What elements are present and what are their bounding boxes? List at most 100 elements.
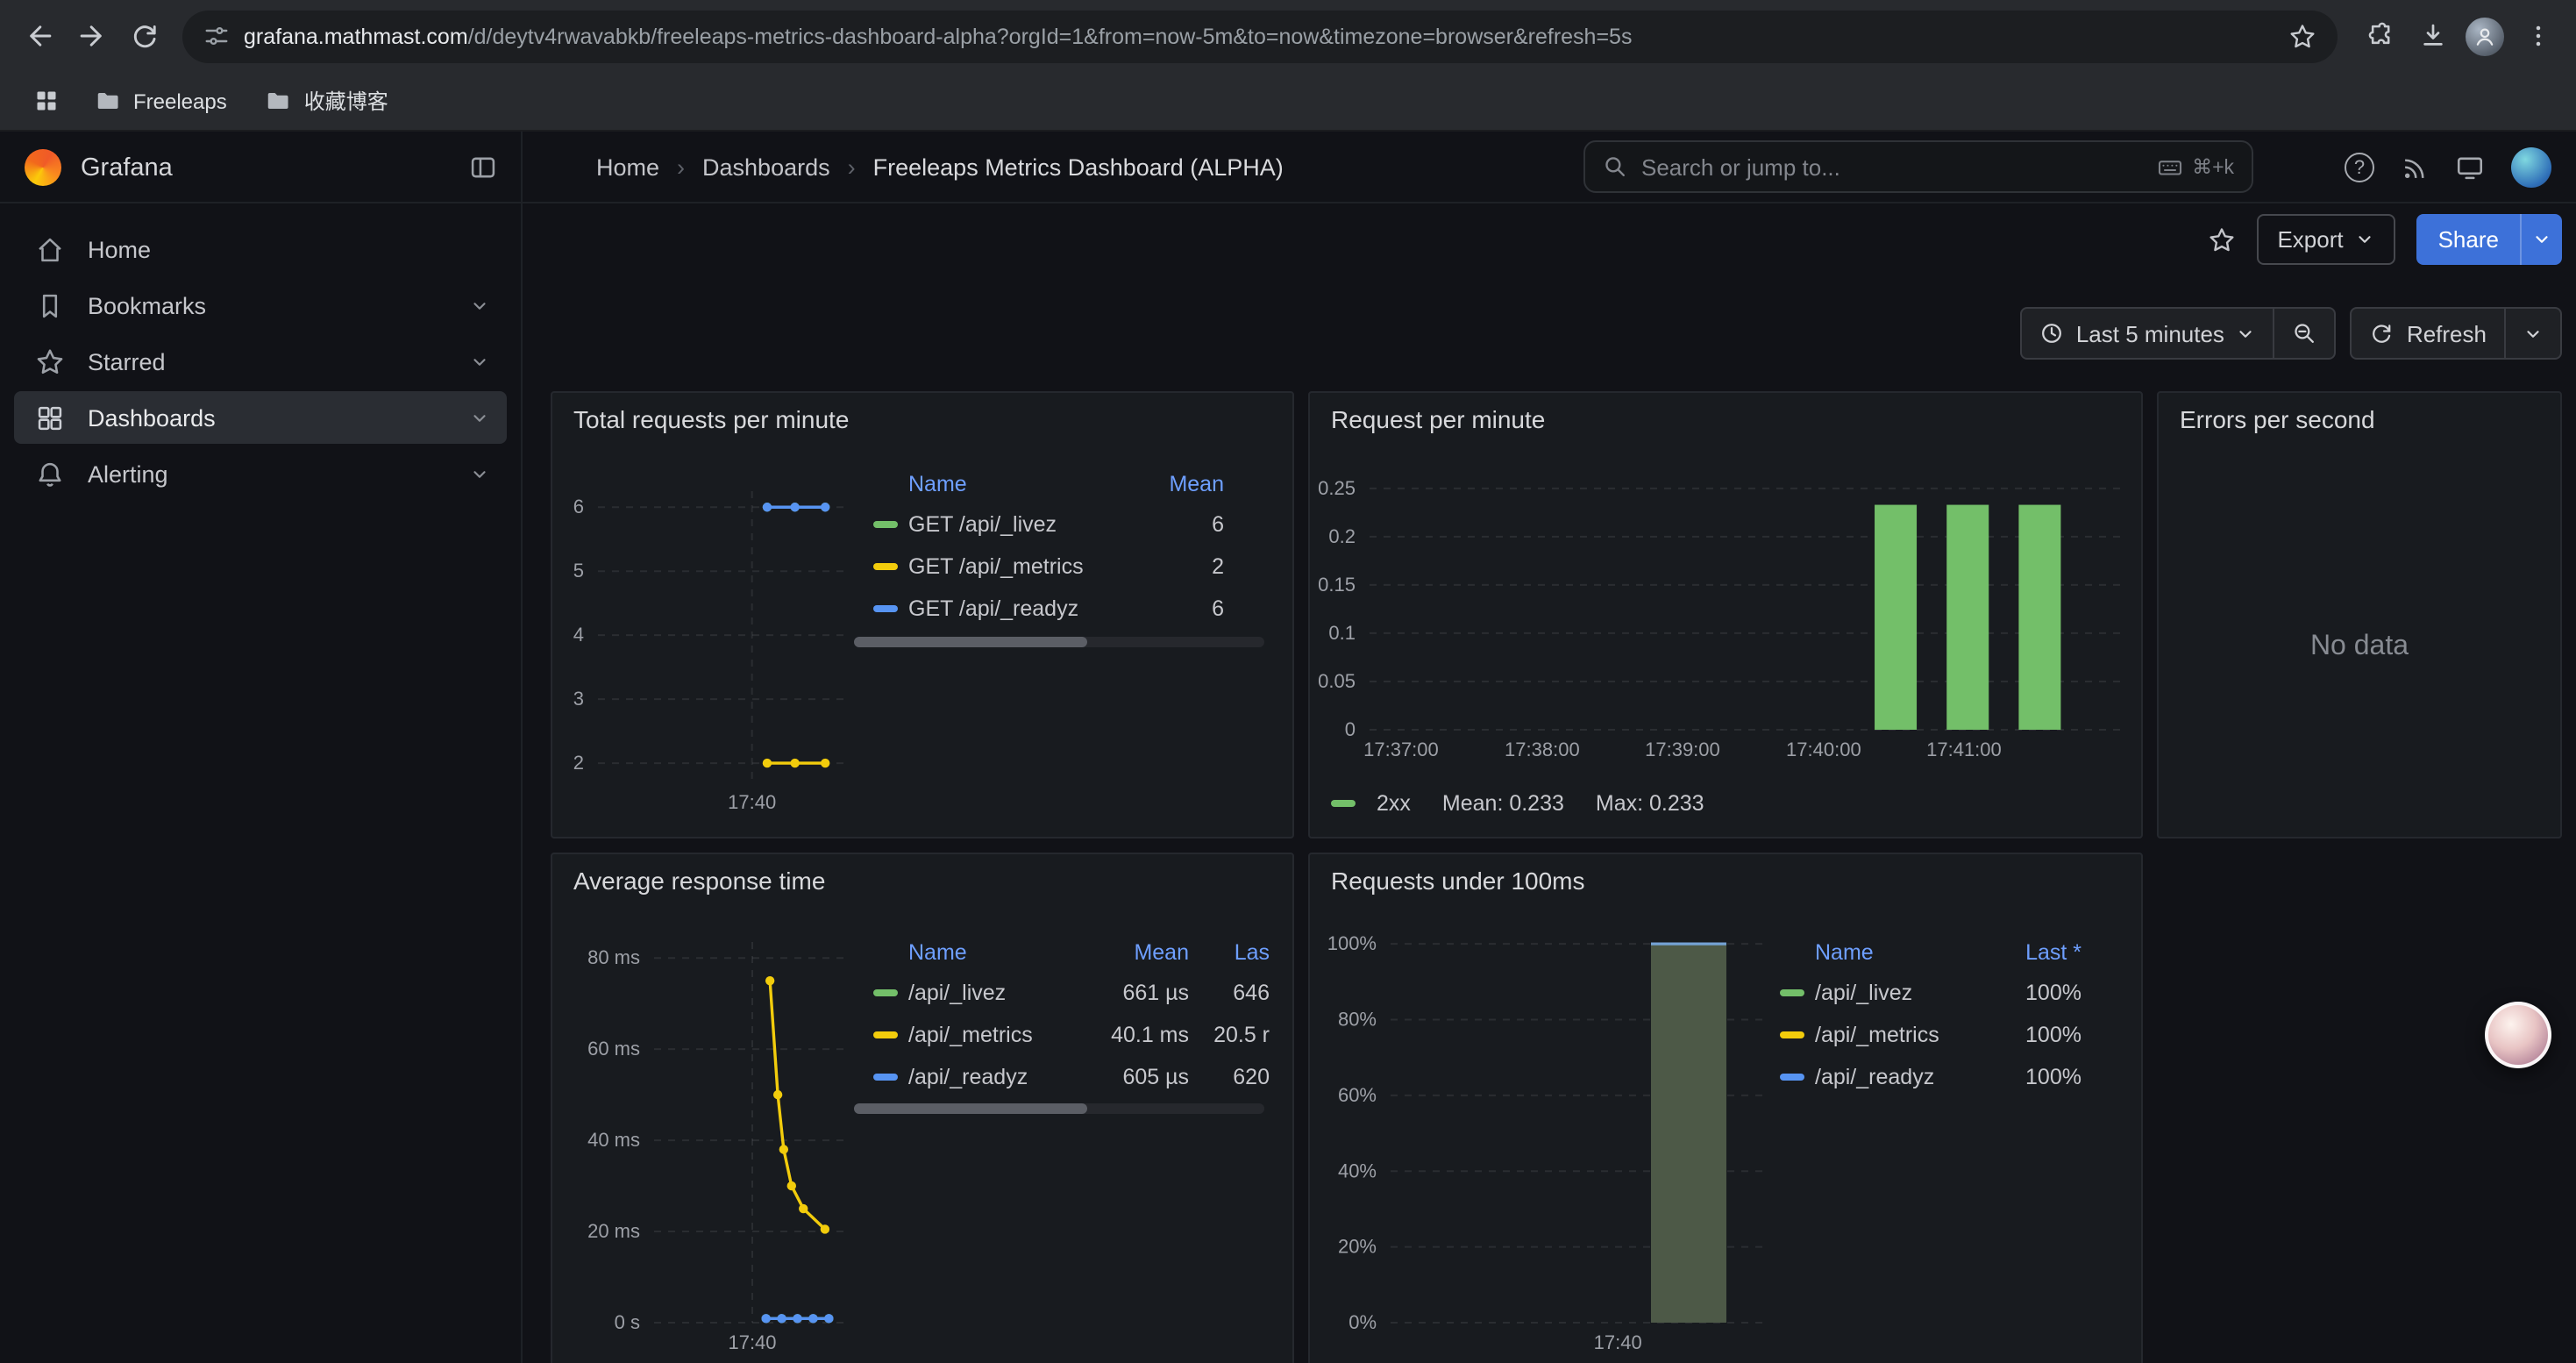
refresh-interval-caret[interactable] — [2506, 307, 2562, 360]
legend-col-name[interactable]: Name — [1780, 940, 1994, 965]
back-button[interactable] — [14, 11, 63, 61]
share-button[interactable]: Share — [2417, 214, 2562, 265]
legend-col-last[interactable]: Last * — [1994, 940, 2081, 965]
request-per-minute-chart[interactable]: 0.250.20.150.10.05017:37:0017:38:0017:39… — [1310, 393, 2145, 840]
series-name[interactable]: GET /api/_readyz — [908, 596, 1126, 621]
menu-kebab-icon[interactable] — [2513, 11, 2562, 61]
series-last: 100% — [1994, 981, 2081, 1005]
assistant-avatar-widget[interactable] — [2485, 1002, 2551, 1068]
series-mean: 661 µs — [1066, 981, 1189, 1005]
sidebar-item-label: Home — [88, 236, 151, 262]
sidebar-item-starred[interactable]: Starred — [14, 335, 507, 388]
series-name[interactable]: /api/_readyz — [1815, 1065, 1994, 1089]
legend[interactable]: 2xx Mean: 0.233 Max: 0.233 — [1331, 791, 1704, 816]
svg-text:0: 0 — [1345, 718, 1356, 740]
svg-text:20%: 20% — [1338, 1236, 1377, 1258]
chevron-down-icon[interactable] — [470, 352, 489, 371]
url-bar[interactable]: grafana.mathmast.com/d/deytv4rwavabkb/fr… — [182, 10, 2338, 62]
chevron-down-icon[interactable] — [470, 296, 489, 315]
dashboard-actions: Export Share — [523, 203, 2576, 275]
scrollbar-thumb[interactable] — [854, 637, 1088, 647]
sidebar: Home Bookmarks Starred — [0, 132, 523, 1363]
reload-button[interactable] — [119, 11, 168, 61]
legend-row[interactable]: /api/_livez 661 µs 646 — [873, 972, 1270, 1014]
legend-row[interactable]: /api/_livez 100% — [1780, 972, 2081, 1014]
svg-text:17:39:00: 17:39:00 — [1645, 739, 1720, 760]
favorite-star-icon[interactable] — [2207, 225, 2235, 253]
svg-text:0.05: 0.05 — [1318, 670, 1356, 692]
panel-requests-under-100ms: Requests under 100ms 100%80%60%40%20%0%1… — [1308, 853, 2143, 1363]
legend-col-name[interactable]: Name — [873, 472, 1126, 496]
series-name[interactable]: /api/_livez — [1815, 981, 1994, 1005]
legend-row[interactable]: GET /api/_livez 6 — [873, 503, 1224, 546]
bookmark-folder[interactable]: Freeleaps — [81, 79, 241, 123]
series-mean-stat: Mean: 0.233 — [1442, 791, 1564, 816]
svg-text:20 ms: 20 ms — [587, 1220, 640, 1242]
svg-text:5: 5 — [573, 560, 584, 582]
site-settings-icon[interactable] — [203, 23, 230, 49]
series-mean: 6 — [1126, 512, 1224, 537]
legend-col-name[interactable]: Name — [873, 940, 1066, 965]
search-bar[interactable]: ⌘+k — [1583, 140, 2253, 193]
home-icon — [35, 234, 65, 264]
requests-under-100ms-chart[interactable]: 100%80%60%40%20%0%17:40 — [1310, 854, 2145, 1363]
search-input[interactable] — [1641, 153, 2143, 180]
zoom-out-button[interactable] — [2275, 307, 2337, 360]
legend-row[interactable]: /api/_readyz 100% — [1780, 1056, 2081, 1098]
series-name[interactable]: /api/_metrics — [908, 1023, 1066, 1047]
share-caret-icon[interactable] — [2520, 214, 2562, 265]
series-mean: 40.1 ms — [1066, 1023, 1189, 1047]
breadcrumb-current: Freeleaps Metrics Dashboard (ALPHA) — [873, 154, 1284, 181]
apps-grid-icon[interactable] — [21, 76, 70, 125]
sidebar-item-bookmarks[interactable]: Bookmarks — [14, 279, 507, 332]
legend-row[interactable]: /api/_readyz 605 µs 620 — [873, 1056, 1270, 1098]
series-name[interactable]: /api/_readyz — [908, 1065, 1066, 1089]
series-mean: 6 — [1126, 596, 1224, 621]
breadcrumb-home[interactable]: Home — [596, 154, 659, 181]
bookmark-folder[interactable]: 收藏博客 — [252, 79, 402, 123]
svg-text:0%: 0% — [1348, 1311, 1377, 1333]
downloads-icon[interactable] — [2408, 11, 2457, 61]
breadcrumb-separator: › — [677, 154, 685, 181]
chevron-down-icon[interactable] — [470, 408, 489, 427]
legend-col-last[interactable]: Las — [1189, 940, 1270, 965]
legend-col-mean[interactable]: Mean — [1066, 940, 1189, 965]
series-name[interactable]: GET /api/_metrics — [908, 554, 1126, 579]
time-range-picker[interactable]: Last 5 minutes — [2020, 307, 2275, 360]
refresh-button[interactable]: Refresh — [2351, 307, 2506, 360]
legend-row[interactable]: /api/_metrics 100% — [1780, 1014, 2081, 1056]
legend-scrollbar[interactable] — [854, 637, 1264, 647]
legend-row[interactable]: /api/_metrics 40.1 ms 20.5 r — [873, 1014, 1270, 1056]
sidebar-item-dashboards[interactable]: Dashboards — [14, 391, 507, 444]
sidebar-item-alerting[interactable]: Alerting — [14, 447, 507, 500]
sidebar-item-home[interactable]: Home — [14, 223, 507, 275]
extensions-icon[interactable] — [2355, 11, 2404, 61]
legend-scrollbar[interactable] — [854, 1103, 1264, 1114]
legend-col-mean[interactable]: Mean — [1126, 472, 1224, 496]
svg-text:40 ms: 40 ms — [587, 1129, 640, 1151]
breadcrumb-dashboards[interactable]: Dashboards — [702, 154, 830, 181]
export-button[interactable]: Export — [2256, 214, 2395, 265]
chevron-down-icon[interactable] — [470, 464, 489, 483]
series-name[interactable]: /api/_metrics — [1815, 1023, 1994, 1047]
series-name[interactable]: /api/_livez — [908, 981, 1066, 1005]
svg-text:80%: 80% — [1338, 1009, 1377, 1031]
grafana-app: Grafana Home › Dashboards › Freeleaps Me… — [0, 132, 2576, 1363]
profile-avatar[interactable] — [2460, 11, 2509, 61]
scrollbar-thumb[interactable] — [854, 1103, 1088, 1114]
breadcrumb-separator: › — [848, 154, 856, 181]
news-rss-icon[interactable] — [2401, 153, 2429, 182]
legend-row[interactable]: GET /api/_readyz 6 — [873, 588, 1224, 630]
panel-total-requests-per-minute: Total requests per minute 6543217:40 Nam… — [551, 391, 1294, 838]
help-icon[interactable]: ? — [2345, 153, 2374, 182]
bookmark-star-icon[interactable] — [2288, 22, 2316, 50]
search-icon — [1603, 154, 1627, 179]
svg-text:0.15: 0.15 — [1318, 574, 1356, 596]
series-name[interactable]: 2xx — [1377, 791, 1411, 816]
user-avatar[interactable] — [2511, 147, 2551, 188]
forward-button[interactable] — [67, 11, 116, 61]
display-icon[interactable] — [2455, 153, 2485, 182]
legend-row[interactable]: GET /api/_metrics 2 — [873, 546, 1224, 588]
panel-title[interactable]: Errors per second — [2180, 405, 2375, 433]
series-name[interactable]: GET /api/_livez — [908, 512, 1126, 537]
